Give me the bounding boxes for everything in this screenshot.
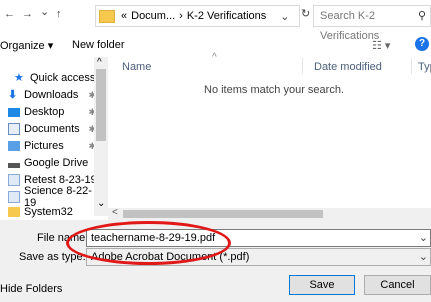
nav-item-science[interactable]: Science 8-22-19: [8, 185, 100, 209]
forward-button[interactable]: →: [22, 8, 33, 20]
scroll-down-button[interactable]: ⌄: [97, 198, 105, 209]
nav-item-downloads[interactable]: ⬇ Downloads ✱: [8, 86, 100, 104]
empty-list-message: No items match your search.: [204, 84, 344, 96]
hide-folders-button[interactable]: Hide Folders: [0, 283, 62, 295]
view-options-button[interactable]: ☷ ▾: [372, 39, 390, 52]
column-header-type[interactable]: Typ: [418, 61, 431, 73]
breadcrumb-documents[interactable]: Docum...: [131, 10, 175, 22]
breadcrumb-separator: ›: [179, 10, 183, 22]
nav-scrollbar-thumb[interactable]: [96, 69, 106, 141]
nav-item-label: Google Drive: [24, 157, 89, 169]
star-icon: ★: [14, 72, 24, 84]
column-header-name[interactable]: Name: [122, 61, 151, 73]
documents-icon: [8, 123, 20, 135]
recent-locations-button[interactable]: ⌄: [40, 5, 49, 18]
nav-item-label: Quick access: [30, 72, 96, 84]
breadcrumb-k2-verifications[interactable]: K-2 Verifications: [187, 10, 266, 22]
save-as-type-select[interactable]: Adobe Acrobat Document (*.pdf) ⌄: [86, 248, 431, 266]
search-icon: ⚲: [417, 10, 426, 22]
file-name-input[interactable]: teachername-8-29-19.pdf ⌄: [86, 229, 431, 247]
nav-item-system32[interactable]: System32: [8, 205, 100, 219]
cancel-button[interactable]: Cancel: [364, 275, 431, 295]
help-icon[interactable]: ?: [415, 37, 429, 51]
address-bar[interactable]: « Docum... › K-2 Verifications ⌄: [95, 5, 300, 27]
refresh-button[interactable]: ↻: [301, 7, 310, 20]
nav-item-label: Pictures: [24, 140, 64, 152]
column-header-date-modified[interactable]: Date modified: [314, 61, 382, 73]
organize-button[interactable]: Organize ▾: [0, 39, 53, 52]
nav-item-desktop[interactable]: Desktop ✱: [8, 103, 100, 121]
scroll-left-button[interactable]: <: [112, 207, 118, 218]
save-as-type-value: Adobe Acrobat Document (*.pdf): [91, 251, 250, 263]
nav-item-quick-access[interactable]: ★ Quick access: [14, 69, 106, 87]
desktop-icon: [8, 107, 20, 117]
nav-item-label: Documents: [24, 123, 80, 135]
up-button[interactable]: ↑: [56, 8, 62, 20]
chevron-down-icon: ⌄: [418, 251, 428, 263]
nav-item-documents[interactable]: Documents ✱: [8, 120, 100, 138]
nav-item-label: Desktop: [24, 106, 65, 118]
new-folder-button[interactable]: New folder: [72, 39, 125, 51]
back-button[interactable]: ←: [4, 8, 15, 20]
navigation-pane: ★ Quick access ⬇ Downloads ✱ Desktop ✱ D…: [0, 57, 108, 220]
folder-icon: [8, 207, 20, 217]
file-name-label: File name:: [37, 232, 89, 244]
drive-icon: [8, 163, 20, 168]
chevron-down-icon[interactable]: ⌄: [419, 230, 428, 246]
nav-item-pictures[interactable]: Pictures ✱: [8, 137, 100, 155]
download-icon: ⬇: [8, 89, 18, 101]
file-name-value: teachername-8-29-19.pdf: [91, 232, 216, 244]
folder-icon: [99, 9, 115, 23]
scroll-up-button[interactable]: ^: [97, 57, 102, 68]
save-button[interactable]: Save: [289, 275, 355, 295]
search-input[interactable]: Search K-2 Verifications ⚲: [313, 5, 431, 42]
sort-indicator-icon: ^: [212, 52, 217, 63]
list-scrollbar-thumb[interactable]: [123, 210, 323, 218]
nav-item-label: Downloads: [24, 89, 79, 101]
column-divider: [411, 58, 412, 74]
pictures-icon: [8, 141, 20, 151]
nav-item-google-drive[interactable]: Google Drive ✱: [8, 154, 104, 172]
file-icon: [8, 174, 20, 186]
column-divider: [302, 58, 303, 74]
nav-item-label: System32: [24, 206, 73, 218]
address-dropdown-button[interactable]: ⌄: [280, 10, 289, 23]
save-as-type-label: Save as type:: [19, 251, 86, 263]
breadcrumb-overflow[interactable]: «: [121, 10, 127, 22]
file-icon: [8, 191, 20, 203]
